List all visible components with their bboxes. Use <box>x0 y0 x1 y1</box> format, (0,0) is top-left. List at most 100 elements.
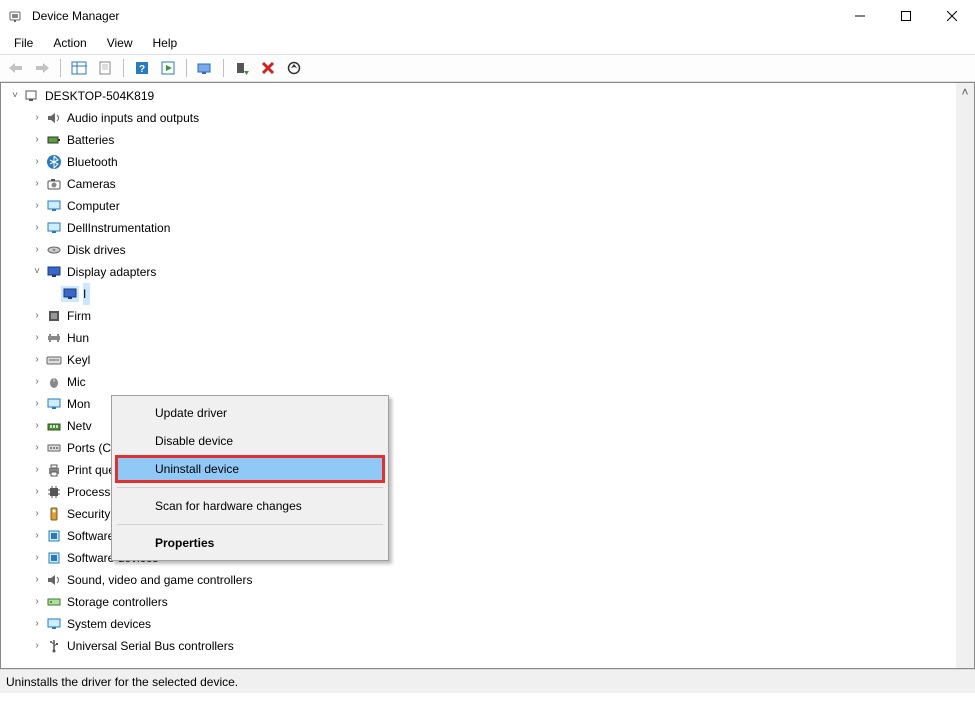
ctx-properties[interactable]: Properties <box>115 529 385 557</box>
category-label: System devices <box>67 613 155 635</box>
expand-icon[interactable]: › <box>29 352 45 368</box>
show-hide-tree-button[interactable] <box>67 57 91 79</box>
category-label: Keyl <box>67 349 94 371</box>
expand-icon[interactable]: › <box>29 594 45 610</box>
device-item-selected[interactable]: I <box>1 283 956 305</box>
keyboard-icon <box>45 352 63 368</box>
separator <box>186 59 187 77</box>
system-icon <box>45 616 63 632</box>
expand-icon[interactable]: › <box>29 176 45 192</box>
expand-icon[interactable]: › <box>29 374 45 390</box>
category-label: Audio inputs and outputs <box>67 107 203 129</box>
expand-icon[interactable]: › <box>29 198 45 214</box>
category-hid[interactable]: › Hun <box>1 327 956 349</box>
device-tree[interactable]: ˅ DESKTOP-504K819 › Audio inputs and out… <box>1 83 956 668</box>
category-batteries[interactable]: › Batteries <box>1 129 956 151</box>
properties-toolbar-button[interactable] <box>93 57 117 79</box>
ctx-disable-device[interactable]: Disable device <box>115 427 385 455</box>
category-label: Firm <box>67 305 95 327</box>
category-cameras[interactable]: › Cameras <box>1 173 956 195</box>
status-text: Uninstalls the driver for the selected d… <box>6 675 238 689</box>
status-bar: Uninstalls the driver for the selected d… <box>0 669 975 693</box>
category-keyboards[interactable]: › Keyl <box>1 349 956 371</box>
expand-icon[interactable]: › <box>29 242 45 258</box>
display-adapter-icon <box>61 286 79 302</box>
action-toolbar-button[interactable] <box>156 57 180 79</box>
maximize-button[interactable] <box>883 0 929 32</box>
ctx-uninstall-device[interactable]: Uninstall device <box>115 455 385 483</box>
menu-file[interactable]: File <box>4 34 43 52</box>
hid-icon <box>45 330 63 346</box>
network-icon <box>45 418 63 434</box>
category-label: Computer <box>67 195 124 217</box>
category-disk-drives[interactable]: › Disk drives <box>1 239 956 261</box>
category-dell[interactable]: › DellInstrumentation <box>1 217 956 239</box>
port-icon <box>45 440 63 456</box>
collapse-icon[interactable]: ˅ <box>7 88 23 104</box>
expand-icon[interactable]: › <box>29 396 45 412</box>
usb-icon <box>45 638 63 654</box>
category-label: Universal Serial Bus controllers <box>67 635 238 657</box>
expand-icon[interactable]: › <box>29 638 45 654</box>
content-area: ˅ DESKTOP-504K819 › Audio inputs and out… <box>0 82 975 669</box>
root-label: DESKTOP-504K819 <box>45 85 158 107</box>
expand-icon[interactable]: › <box>29 484 45 500</box>
display-adapter-icon <box>45 264 63 280</box>
expand-icon[interactable]: › <box>29 550 45 566</box>
expand-icon[interactable]: › <box>29 440 45 456</box>
category-label: Display adapters <box>67 261 160 283</box>
help-button[interactable]: ? <box>130 57 154 79</box>
window-controls <box>837 0 975 32</box>
separator <box>117 487 383 488</box>
menu-help[interactable]: Help <box>143 34 188 52</box>
software-icon <box>45 528 63 544</box>
menu-view[interactable]: View <box>97 34 143 52</box>
scrollbar[interactable]: ˄ <box>956 83 974 668</box>
category-firmware[interactable]: › Firm <box>1 305 956 327</box>
enable-device-toolbar-button[interactable] <box>230 57 254 79</box>
ctx-update-driver[interactable]: Update driver <box>115 399 385 427</box>
expand-icon[interactable]: › <box>29 418 45 434</box>
expand-icon[interactable]: › <box>29 330 45 346</box>
expand-icon[interactable]: › <box>29 154 45 170</box>
root-node[interactable]: ˅ DESKTOP-504K819 <box>1 85 956 107</box>
mouse-icon <box>45 374 63 390</box>
category-mice[interactable]: › Mic <box>1 371 956 393</box>
category-audio[interactable]: › Audio inputs and outputs <box>1 107 956 129</box>
menu-action[interactable]: Action <box>43 34 96 52</box>
title-bar: Device Manager <box>0 0 975 32</box>
category-sound-video[interactable]: › Sound, video and game controllers <box>1 569 956 591</box>
category-storage-controllers[interactable]: › Storage controllers <box>1 591 956 613</box>
svg-text:?: ? <box>139 64 145 75</box>
scroll-up-icon[interactable]: ˄ <box>956 83 974 101</box>
collapse-icon[interactable]: ˅ <box>29 264 45 280</box>
category-label: Bluetooth <box>67 151 122 173</box>
separator <box>223 59 224 77</box>
separator <box>117 524 383 525</box>
expand-icon[interactable]: › <box>29 528 45 544</box>
category-computer[interactable]: › Computer <box>1 195 956 217</box>
speaker-icon <box>45 572 63 588</box>
back-button[interactable] <box>4 57 28 79</box>
expand-icon[interactable]: › <box>29 220 45 236</box>
expand-icon[interactable]: › <box>29 616 45 632</box>
update-driver-toolbar-button[interactable] <box>193 57 217 79</box>
expand-icon[interactable]: › <box>29 308 45 324</box>
close-button[interactable] <box>929 0 975 32</box>
forward-button[interactable] <box>30 57 54 79</box>
uninstall-toolbar-button[interactable] <box>256 57 280 79</box>
expand-icon[interactable]: › <box>29 506 45 522</box>
category-label: Batteries <box>67 129 118 151</box>
expand-icon[interactable]: › <box>29 462 45 478</box>
expand-icon[interactable]: › <box>29 132 45 148</box>
category-system-devices[interactable]: › System devices <box>1 613 956 635</box>
minimize-button[interactable] <box>837 0 883 32</box>
category-display-adapters[interactable]: ˅ Display adapters <box>1 261 956 283</box>
ctx-scan-hardware[interactable]: Scan for hardware changes <box>115 492 385 520</box>
device-icon <box>45 220 63 236</box>
scan-hardware-toolbar-button[interactable] <box>282 57 306 79</box>
expand-icon[interactable]: › <box>29 110 45 126</box>
category-usb[interactable]: › Universal Serial Bus controllers <box>1 635 956 657</box>
expand-icon[interactable]: › <box>29 572 45 588</box>
category-bluetooth[interactable]: › Bluetooth <box>1 151 956 173</box>
